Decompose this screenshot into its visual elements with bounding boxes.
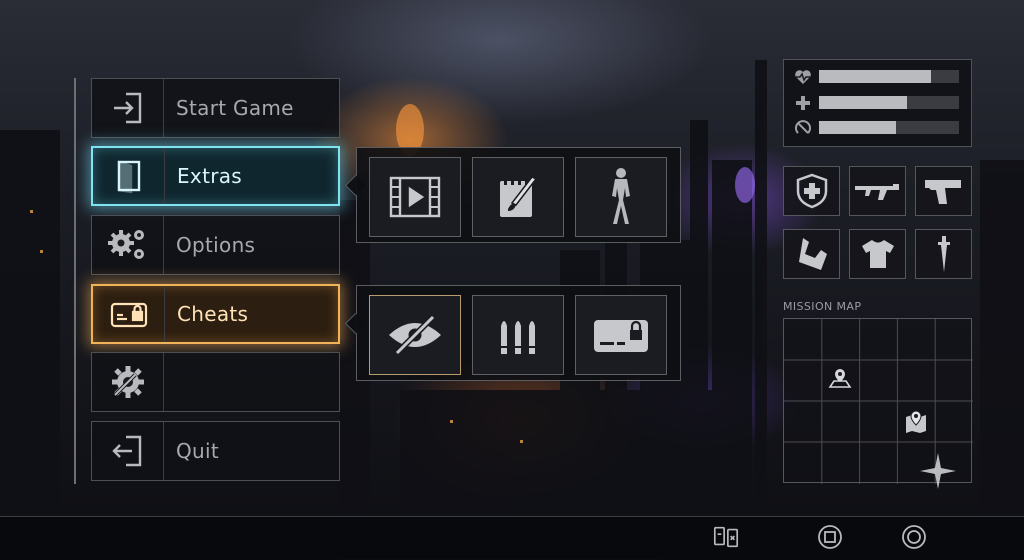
dagger-icon xyxy=(937,236,950,272)
mission-map[interactable] xyxy=(783,318,973,489)
gears-icon xyxy=(92,216,164,274)
unnamed-menu-button[interactable] xyxy=(91,352,340,412)
cheats-tile-invisibility[interactable] xyxy=(369,295,461,375)
health-bar-fill xyxy=(819,70,931,83)
pistol-icon xyxy=(924,180,961,204)
inventory-slot-shield[interactable] xyxy=(783,166,840,216)
eye-slash-icon xyxy=(389,314,441,356)
inventory-slot-dagger[interactable] xyxy=(915,229,972,279)
cheats-button[interactable]: Cheats xyxy=(91,284,340,344)
compass-star-icon xyxy=(920,453,956,493)
character-figure-icon xyxy=(612,168,630,224)
locked-card-icon xyxy=(594,320,648,352)
enter-door-icon xyxy=(92,79,164,137)
cheats-tile-ammo[interactable] xyxy=(472,295,564,375)
extras-tile-art[interactable] xyxy=(472,157,564,237)
extras-label: Extras xyxy=(177,164,243,188)
start-game-label: Start Game xyxy=(176,96,294,120)
extras-submenu xyxy=(356,147,681,243)
square-button-icon[interactable] xyxy=(816,523,844,551)
inventory-slot-shirt[interactable] xyxy=(849,229,906,279)
extras-button[interactable]: Extras xyxy=(91,146,340,206)
open-door-icon xyxy=(93,148,165,204)
circle-button-icon[interactable] xyxy=(900,523,928,551)
film-play-icon xyxy=(389,176,441,218)
player-stats-panel xyxy=(783,59,972,147)
start-game-button[interactable]: Start Game xyxy=(91,78,340,138)
vest-icon xyxy=(798,238,827,270)
plus-cross-icon xyxy=(792,96,814,110)
rifle-icon xyxy=(854,184,899,200)
map-pin-icon[interactable] xyxy=(904,409,928,439)
stamina-icon xyxy=(792,120,814,135)
inventory-slot-vest[interactable] xyxy=(783,229,840,279)
inventory-slot-pistol[interactable] xyxy=(915,166,972,216)
armor-bar xyxy=(819,96,959,109)
locked-card-icon xyxy=(93,286,165,342)
ammo-bullets-icon xyxy=(501,321,535,354)
options-button[interactable]: Options xyxy=(91,215,340,275)
options-label: Options xyxy=(176,233,256,257)
cheats-submenu xyxy=(356,285,681,381)
shirt-icon xyxy=(861,240,894,268)
heartbeat-icon xyxy=(792,70,814,84)
shield-cross-icon xyxy=(796,173,827,209)
card-swap-icon[interactable] xyxy=(712,523,740,551)
stamina-bar-fill xyxy=(819,121,896,134)
notepad-brush-icon xyxy=(500,176,538,217)
armor-bar-fill xyxy=(819,96,908,109)
quit-label: Quit xyxy=(176,439,220,463)
inventory-slot-rifle[interactable] xyxy=(849,166,906,216)
bottom-controls-bar xyxy=(0,516,1024,560)
extras-tile-characters[interactable] xyxy=(575,157,667,237)
menu-divider-line xyxy=(74,78,76,484)
exit-door-icon xyxy=(92,422,164,480)
stamina-bar xyxy=(819,121,959,134)
cheats-label: Cheats xyxy=(177,302,249,326)
cheats-tile-locked-card[interactable] xyxy=(575,295,667,375)
map-pin-icon[interactable] xyxy=(828,367,852,393)
mission-map-title: MISSION MAP xyxy=(783,300,862,313)
health-bar xyxy=(819,70,959,83)
wrench-gear-icon xyxy=(92,353,164,411)
quit-button[interactable]: Quit xyxy=(91,421,340,481)
extras-tile-video[interactable] xyxy=(369,157,461,237)
